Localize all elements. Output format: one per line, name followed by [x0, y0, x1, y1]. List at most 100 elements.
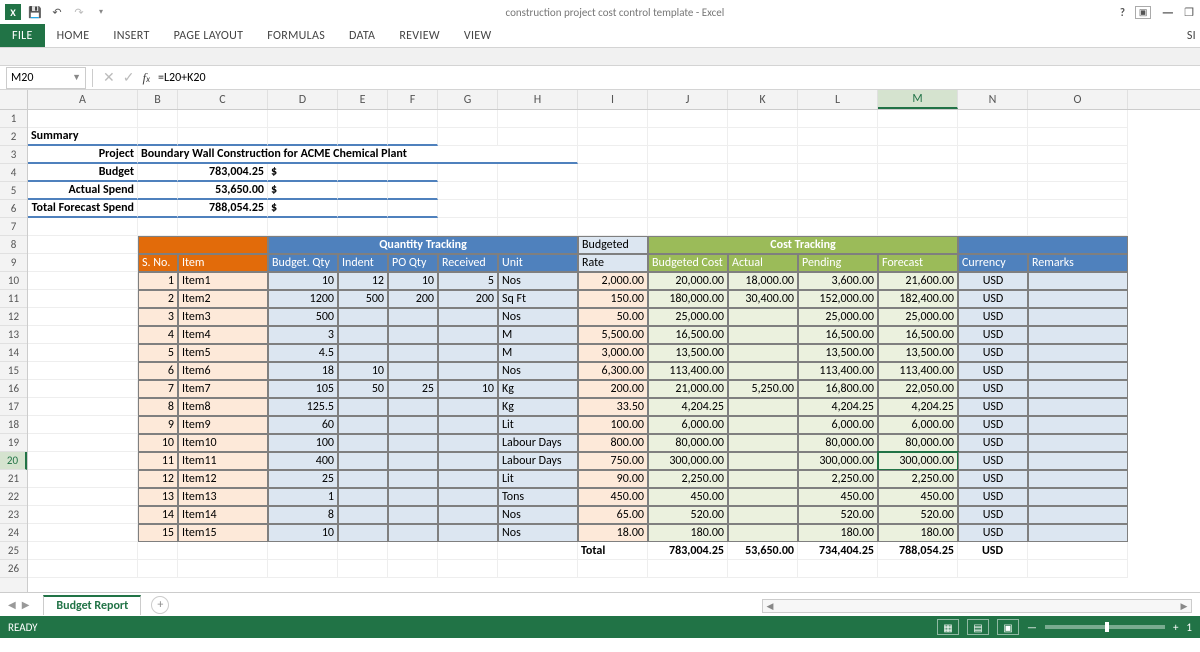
cell-pen-13[interactable]: 520.00	[798, 506, 878, 524]
summary-value-0[interactable]: Boundary Wall Construction for ACME Chem…	[138, 146, 578, 164]
cell-act-3[interactable]	[728, 326, 798, 344]
cell-bc-8[interactable]: 6,000.00	[648, 416, 728, 434]
summary-label-0[interactable]: Project	[28, 146, 138, 164]
cell-act-10[interactable]	[728, 452, 798, 470]
cell-rec-7[interactable]	[438, 398, 498, 416]
cell-rate-4[interactable]: 3,000.00	[578, 344, 648, 362]
tab-data[interactable]: DATA	[337, 24, 387, 47]
summary-label-1[interactable]: Budget	[28, 164, 138, 182]
cell-item-7[interactable]: Item8	[178, 398, 268, 416]
cell-unit-14[interactable]: Nos	[498, 524, 578, 542]
cell-po-10[interactable]	[388, 452, 438, 470]
cell-bc-1[interactable]: 180,000.00	[648, 290, 728, 308]
summary-currency-3[interactable]: $	[268, 200, 338, 218]
cell-remarks-5[interactable]	[1028, 362, 1128, 380]
cell-pen-5[interactable]: 113,400.00	[798, 362, 878, 380]
help-icon[interactable]: ?	[1120, 6, 1125, 19]
cell-fc-14[interactable]: 180.00	[878, 524, 958, 542]
view-normal-icon[interactable]: ▦	[937, 619, 959, 635]
cell-ind-0[interactable]: 12	[338, 272, 388, 290]
total-pen[interactable]: 734,404.25	[798, 542, 878, 560]
cell-cur-4[interactable]: USD	[958, 344, 1028, 362]
th-actual[interactable]: Actual	[728, 254, 798, 272]
cell-remarks-2[interactable]	[1028, 308, 1128, 326]
row-header-11[interactable]: 11	[0, 290, 27, 308]
row-header-26[interactable]: 26	[0, 560, 27, 578]
cell-item-3[interactable]: Item4	[178, 326, 268, 344]
cell-unit-7[interactable]: Kg	[498, 398, 578, 416]
cell-po-4[interactable]	[388, 344, 438, 362]
tab-file[interactable]: FILE	[0, 24, 45, 47]
cell-rec-10[interactable]	[438, 452, 498, 470]
cell-rec-5[interactable]	[438, 362, 498, 380]
cell-sno-7[interactable]: 8	[138, 398, 178, 416]
row-header-15[interactable]: 15	[0, 362, 27, 380]
fx-icon[interactable]: fx	[142, 70, 150, 86]
cell-remarks-0[interactable]	[1028, 272, 1128, 290]
cell-rate-8[interactable]: 100.00	[578, 416, 648, 434]
cell-po-14[interactable]	[388, 524, 438, 542]
cell-ind-8[interactable]	[338, 416, 388, 434]
cell-rate-5[interactable]: 6,300.00	[578, 362, 648, 380]
cell-act-13[interactable]	[728, 506, 798, 524]
cell-fc-11[interactable]: 2,250.00	[878, 470, 958, 488]
cell-cur-7[interactable]: USD	[958, 398, 1028, 416]
cell-bc-14[interactable]: 180.00	[648, 524, 728, 542]
cell-ind-2[interactable]	[338, 308, 388, 326]
summary-value-2[interactable]: 53,650.00	[178, 182, 268, 200]
cell-item-12[interactable]: Item13	[178, 488, 268, 506]
formula-input[interactable]	[154, 67, 1200, 89]
cell-unit-13[interactable]: Nos	[498, 506, 578, 524]
th-unit[interactable]: Unit	[498, 254, 578, 272]
cell-po-12[interactable]	[388, 488, 438, 506]
cell-bc-6[interactable]: 21,000.00	[648, 380, 728, 398]
cell-act-9[interactable]	[728, 434, 798, 452]
col-header-I[interactable]: I	[578, 90, 648, 109]
col-header-N[interactable]: N	[958, 90, 1028, 109]
cell-remarks-1[interactable]	[1028, 290, 1128, 308]
cell-cur-13[interactable]: USD	[958, 506, 1028, 524]
cell-po-2[interactable]	[388, 308, 438, 326]
total-cur[interactable]: USD	[958, 542, 1028, 560]
group-header-qty[interactable]: Quantity Tracking	[268, 236, 578, 254]
cell-fc-13[interactable]: 520.00	[878, 506, 958, 524]
cell-fc-3[interactable]: 16,500.00	[878, 326, 958, 344]
col-header-J[interactable]: J	[648, 90, 728, 109]
cell-rate-3[interactable]: 5,500.00	[578, 326, 648, 344]
summary-currency-1[interactable]: $	[268, 164, 338, 182]
cell-pen-6[interactable]: 16,800.00	[798, 380, 878, 398]
col-header-D[interactable]: D	[268, 90, 338, 109]
th-currency[interactable]: Currency	[958, 254, 1028, 272]
th-budgeted-cost[interactable]: Budgeted Cost	[648, 254, 728, 272]
cell-fc-10[interactable]: 300,000.00	[878, 452, 958, 470]
cell-cur-12[interactable]: USD	[958, 488, 1028, 506]
save-icon[interactable]: 💾	[26, 3, 44, 21]
cell-ind-6[interactable]: 50	[338, 380, 388, 398]
enter-formula-icon[interactable]: ✓	[119, 69, 139, 86]
cell-bq-1[interactable]: 1200	[268, 290, 338, 308]
cell-sno-3[interactable]: 4	[138, 326, 178, 344]
cell-sno-14[interactable]: 15	[138, 524, 178, 542]
cell-rate-11[interactable]: 90.00	[578, 470, 648, 488]
cell-bq-5[interactable]: 18	[268, 362, 338, 380]
cell-cur-2[interactable]: USD	[958, 308, 1028, 326]
cell-bc-2[interactable]: 25,000.00	[648, 308, 728, 326]
row-header-4[interactable]: 4	[0, 164, 27, 182]
cell-bc-13[interactable]: 520.00	[648, 506, 728, 524]
cell-bc-7[interactable]: 4,204.25	[648, 398, 728, 416]
cell-rate-13[interactable]: 65.00	[578, 506, 648, 524]
view-page-layout-icon[interactable]: ▤	[967, 619, 989, 635]
zoom-slider[interactable]	[1045, 625, 1165, 629]
cell-item-2[interactable]: Item3	[178, 308, 268, 326]
row-header-13[interactable]: 13	[0, 326, 27, 344]
cell-ind-14[interactable]	[338, 524, 388, 542]
col-header-M[interactable]: M	[878, 90, 958, 109]
col-header-G[interactable]: G	[438, 90, 498, 109]
cell-remarks-7[interactable]	[1028, 398, 1128, 416]
cell-ind-12[interactable]	[338, 488, 388, 506]
cell-fc-2[interactable]: 25,000.00	[878, 308, 958, 326]
cell-bq-14[interactable]: 10	[268, 524, 338, 542]
cell-pen-1[interactable]: 152,000.00	[798, 290, 878, 308]
cell-pen-3[interactable]: 16,500.00	[798, 326, 878, 344]
cell-ind-7[interactable]	[338, 398, 388, 416]
